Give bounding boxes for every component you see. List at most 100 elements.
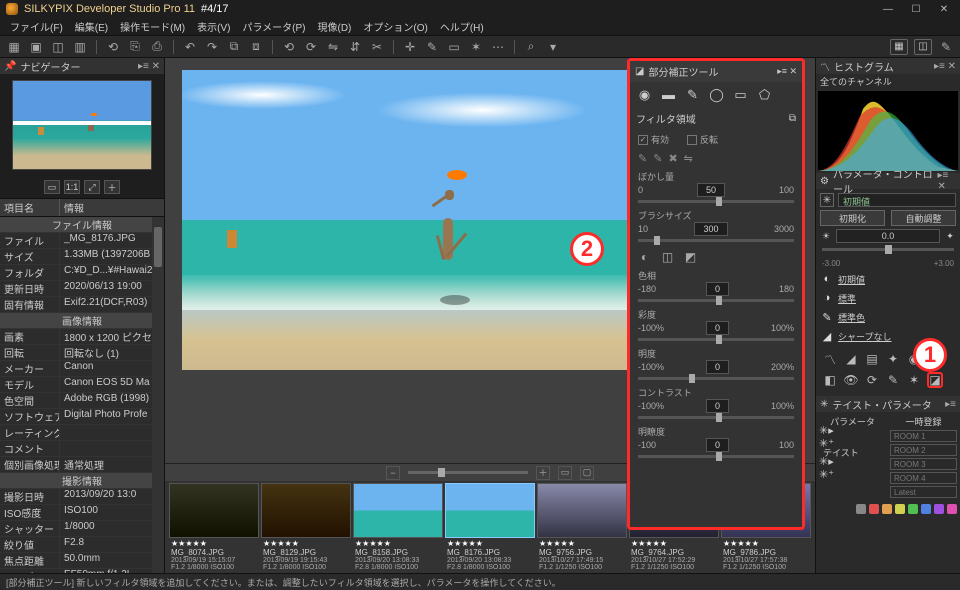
color-icon[interactable]: ✎ — [820, 310, 834, 324]
zoom-slider[interactable] — [408, 471, 528, 474]
flip-h-icon[interactable]: ⇋ — [325, 39, 341, 55]
tab-sharp-icon[interactable]: ◩ — [682, 249, 699, 264]
rotate-cw-icon[interactable]: ⟳ — [303, 39, 319, 55]
panel-menu-icon[interactable]: ▸≡ ✕ — [934, 61, 956, 72]
t-spot2-icon[interactable]: ✶ — [906, 372, 922, 388]
taste-save-icon[interactable]: ✳▸ ✳⁺ — [819, 461, 841, 475]
preset-gear-icon[interactable]: ✳ — [820, 193, 834, 207]
search-icon[interactable]: ⌕ — [523, 39, 539, 55]
slider-value[interactable]: 300 — [694, 222, 727, 236]
mask-icon[interactable]: ▭ — [446, 39, 462, 55]
nav-plus-icon[interactable]: ＋ — [104, 180, 120, 194]
menu-edit[interactable]: 編集(E) — [71, 18, 112, 35]
dust-icon[interactable]: ✶ — [468, 39, 484, 55]
slider-track[interactable] — [638, 377, 794, 380]
view-mode-2-icon[interactable]: ◫ — [914, 39, 932, 55]
menu-param[interactable]: パラメータ(P) — [238, 18, 309, 35]
t-eye-icon[interactable]: 👁 — [843, 372, 859, 388]
view-mode-1-icon[interactable]: ▦ — [890, 39, 908, 55]
add-pick-icon[interactable]: ✎ — [653, 152, 662, 165]
navigator-body[interactable] — [0, 74, 164, 176]
ellipse-tool-icon[interactable]: ◯ — [708, 86, 725, 103]
nav-fit-icon[interactable]: ▭ — [44, 180, 60, 194]
tool-quad-icon[interactable]: ▥ — [72, 39, 88, 55]
tool-grid-icon[interactable]: ▦ — [6, 39, 22, 55]
chip-pink[interactable] — [947, 504, 957, 514]
info-scrollbar[interactable] — [152, 217, 164, 573]
crop-icon[interactable]: ✂ — [369, 39, 385, 55]
tab-color-icon[interactable]: ◐ — [636, 249, 653, 264]
preset-select[interactable]: 初期値 — [838, 193, 956, 207]
thumbnail[interactable]: ★★★★★MG_8176.JPG2013/09/20 13:08:33F2.8 … — [445, 483, 535, 571]
brush-mode-icon[interactable]: ✎ — [938, 39, 954, 55]
t-rotate-icon[interactable]: ⟳ — [864, 372, 880, 388]
rating-stars[interactable]: ★★★★★ — [537, 538, 627, 548]
more-icon[interactable]: ⋯ — [490, 39, 506, 55]
tool-image-icon[interactable]: ▣ — [28, 39, 44, 55]
chip-purple[interactable] — [934, 504, 944, 514]
sharp-icon[interactable]: ◢ — [820, 329, 834, 343]
slider-value[interactable]: 0 — [706, 282, 729, 296]
slider-value[interactable]: 0 — [706, 360, 729, 374]
grad-linear-tool-icon[interactable]: ▬ — [660, 86, 677, 103]
room-3[interactable]: ROOM 3 — [890, 458, 957, 470]
slider-track[interactable] — [638, 338, 794, 341]
menu-help[interactable]: ヘルプ(H) — [436, 18, 488, 35]
pin-icon[interactable]: 📌 — [4, 61, 16, 72]
menu-dev[interactable]: 現像(D) — [314, 18, 356, 35]
wb-label[interactable]: 初期値 — [838, 273, 865, 286]
tone-icon[interactable]: ◑ — [820, 291, 834, 305]
rating-stars[interactable]: ★★★★★ — [445, 538, 535, 548]
rating-stars[interactable]: ★★★★★ — [629, 538, 719, 548]
slider-value[interactable]: 0 — [706, 321, 729, 335]
chip-red[interactable] — [869, 504, 879, 514]
thumbnail[interactable]: ★★★★★MG_8129.JPG2013/09/19 19:15:43F1.2 … — [261, 483, 351, 571]
tool-compare-icon[interactable]: ◫ — [50, 39, 66, 55]
slider-track[interactable] — [638, 200, 794, 203]
panel-menu-icon[interactable]: ▸≡ — [945, 399, 956, 410]
eyedrop-icon[interactable]: ✎ — [424, 39, 440, 55]
dev-icon[interactable]: ⟲ — [105, 39, 121, 55]
thumbnail[interactable]: ★★★★★MG_8074.JPG2013/09/19 15:15:07F1.2 … — [169, 483, 259, 571]
exposure-value[interactable]: 0.0 — [836, 229, 940, 243]
close-button[interactable]: ✕ — [934, 2, 954, 16]
rating-stars[interactable]: ★★★★★ — [353, 538, 443, 548]
grad-circle-tool-icon[interactable]: ◉ — [636, 86, 653, 103]
redo-icon[interactable]: ↷ — [204, 39, 220, 55]
print-icon[interactable]: ⎙ — [149, 39, 165, 55]
room-2[interactable]: ROOM 2 — [890, 444, 957, 456]
maximize-button[interactable]: ☐ — [906, 2, 926, 16]
invert-checkbox[interactable]: 反転 — [687, 133, 718, 146]
zoom-in-icon[interactable]: ＋ — [536, 466, 550, 480]
slider-value[interactable]: 0 — [706, 399, 729, 413]
picker-icon[interactable]: ✛ — [402, 39, 418, 55]
room-latest[interactable]: Latest — [890, 486, 957, 498]
init-button[interactable]: 初期化 — [820, 210, 885, 226]
filter-icon[interactable]: ▾ — [545, 39, 561, 55]
chip-blue[interactable] — [921, 504, 931, 514]
erase-icon[interactable]: ✖ — [668, 152, 677, 165]
copy-icon[interactable]: ⧉ — [226, 39, 242, 55]
navigator-thumbnail[interactable] — [12, 80, 152, 170]
filter-dup-icon[interactable]: ⧉ — [789, 113, 796, 124]
rect-tool-icon[interactable]: ▭ — [732, 86, 749, 103]
room-1[interactable]: ROOM 1 — [890, 430, 957, 442]
zoom-out-icon[interactable]: − — [386, 466, 400, 480]
menu-file[interactable]: ファイル(F) — [6, 18, 67, 35]
minimize-button[interactable]: — — [878, 2, 898, 16]
slider-track[interactable] — [638, 455, 794, 458]
brush-tool-icon[interactable]: ✎ — [684, 86, 701, 103]
hist-channel[interactable]: 全てのチャンネル — [816, 74, 960, 89]
zoom-1to1-icon[interactable]: ▢ — [580, 466, 594, 480]
thumbnail[interactable]: ★★★★★MG_8158.JPG2013/09/20 13:08:33F2.8 … — [353, 483, 443, 571]
slider-track[interactable] — [638, 416, 794, 419]
color-label[interactable]: 標準色 — [838, 311, 865, 324]
tone-label[interactable]: 標準 — [838, 292, 856, 305]
undo-icon[interactable]: ↶ — [182, 39, 198, 55]
panel-menu-icon[interactable]: ▸≡ ✕ — [138, 61, 160, 72]
t-highlight-icon[interactable]: ◢ — [843, 351, 859, 367]
batch-icon[interactable]: ⎘ — [127, 39, 143, 55]
exposure-slider[interactable] — [822, 248, 954, 251]
t-brush-icon[interactable]: ✎ — [885, 372, 901, 388]
flip-icon[interactable]: ⇋ — [684, 152, 693, 165]
